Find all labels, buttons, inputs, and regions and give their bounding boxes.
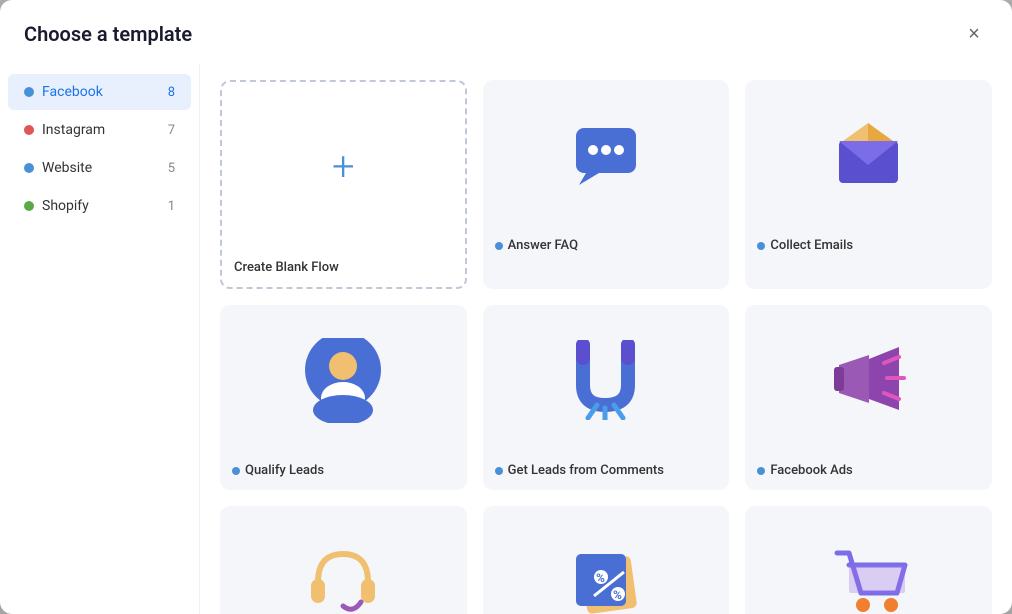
modal-header: Choose a template ×	[0, 0, 1012, 64]
template-card-blank[interactable]: + Create Blank Flow	[220, 80, 467, 289]
plus-icon: +	[332, 147, 355, 187]
template-card-emails[interactable]: Collect Emails	[745, 80, 992, 289]
dot-shopify	[24, 201, 34, 211]
sidebar-item-left: Instagram	[24, 122, 105, 138]
template-card-cart[interactable]	[745, 506, 992, 614]
template-card-faq[interactable]: Answer FAQ	[483, 80, 730, 289]
label-dot-faq	[495, 242, 503, 250]
template-label-blank: Create Blank Flow	[222, 252, 465, 287]
template-icon-support	[220, 506, 467, 614]
chat-icon	[571, 123, 641, 188]
template-card-support[interactable]	[220, 506, 467, 614]
email-icon	[831, 123, 906, 188]
sidebar-item-website[interactable]: Website 5	[8, 150, 191, 186]
sidebar-label-facebook: Facebook	[42, 84, 103, 100]
discount-icon: % %	[566, 544, 646, 614]
templates-grid: + Create Blank Flow Answer FAQ Collect Em…	[220, 80, 992, 614]
dot-instagram	[24, 125, 34, 135]
headset-icon	[303, 544, 383, 614]
modal: Choose a template × Facebook 8 Instagram…	[0, 0, 1012, 614]
template-icon-fbads	[745, 305, 992, 455]
dot-website	[24, 163, 34, 173]
sidebar-label-instagram: Instagram	[42, 122, 105, 138]
sidebar-item-left: Website	[24, 160, 92, 176]
sidebar-item-instagram[interactable]: Instagram 7	[8, 112, 191, 148]
person-icon	[303, 338, 383, 423]
template-card-comments[interactable]: Get Leads from Comments	[483, 305, 730, 490]
template-card-fbads[interactable]: Facebook Ads	[745, 305, 992, 490]
template-icon-discount: % %	[483, 506, 730, 614]
sidebar-label-website: Website	[42, 160, 92, 176]
template-card-discount[interactable]: % %	[483, 506, 730, 614]
template-icon-comments	[483, 305, 730, 455]
template-label-leads: Qualify Leads	[220, 455, 467, 490]
cart-icon	[829, 545, 909, 614]
sidebar-count-instagram: 7	[168, 123, 175, 138]
template-label-faq: Answer FAQ	[483, 230, 730, 265]
dot-facebook	[24, 87, 34, 97]
template-label-fbads: Facebook Ads	[745, 455, 992, 490]
template-icon-cart	[745, 506, 992, 614]
sidebar-item-shopify[interactable]: Shopify 1	[8, 188, 191, 224]
megaphone-icon	[829, 345, 909, 415]
modal-body: Facebook 8 Instagram 7 Website 5 Shopify…	[0, 64, 1012, 614]
svg-text:%: %	[613, 588, 622, 602]
label-dot-comments	[495, 467, 503, 475]
template-icon-blank: +	[222, 82, 465, 252]
label-dot-emails	[757, 242, 765, 250]
template-icon-emails	[745, 80, 992, 230]
template-icon-faq	[483, 80, 730, 230]
sidebar-label-shopify: Shopify	[42, 198, 89, 214]
template-label-comments: Get Leads from Comments	[483, 455, 730, 490]
sidebar-item-left: Facebook	[24, 84, 103, 100]
template-icon-leads	[220, 305, 467, 455]
sidebar-item-facebook[interactable]: Facebook 8	[8, 74, 191, 110]
content-area: + Create Blank Flow Answer FAQ Collect Em…	[200, 64, 1012, 614]
sidebar-item-left: Shopify	[24, 198, 89, 214]
label-dot-leads	[232, 467, 240, 475]
modal-title: Choose a template	[24, 22, 192, 46]
sidebar-count-website: 5	[168, 161, 175, 176]
sidebar-count-facebook: 8	[168, 85, 175, 100]
sidebar: Facebook 8 Instagram 7 Website 5 Shopify…	[0, 64, 200, 614]
label-dot-fbads	[757, 467, 765, 475]
svg-text:%: %	[596, 571, 605, 585]
template-card-leads[interactable]: Qualify Leads	[220, 305, 467, 490]
close-button[interactable]: ×	[960, 20, 988, 48]
template-label-emails: Collect Emails	[745, 230, 992, 265]
sidebar-count-shopify: 1	[168, 199, 175, 214]
magnet-icon	[568, 340, 643, 420]
